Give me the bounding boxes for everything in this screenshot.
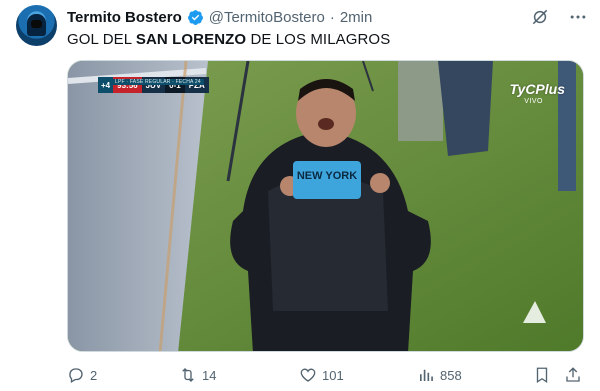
scorebug-header: LPF · FASE REGULAR · FECHA 24 bbox=[112, 79, 204, 85]
separator-dot: · bbox=[329, 8, 335, 26]
shirt-text: NEW YORK bbox=[297, 170, 357, 182]
heart-icon bbox=[300, 368, 316, 382]
tweet-header: Termito Bostero @TermitoBostero · 2min bbox=[67, 7, 372, 27]
tweet-text-highlight: SAN LORENZO bbox=[135, 31, 247, 48]
tweet-text: GOL DEL SAN LORENZO DE LOS MILAGROS bbox=[67, 31, 390, 48]
views-count: 858 bbox=[440, 367, 462, 383]
display-name[interactable]: Termito Bostero bbox=[67, 9, 182, 26]
bookmark-button[interactable] bbox=[533, 364, 551, 386]
more-options-icon[interactable] bbox=[568, 7, 588, 27]
avatar[interactable] bbox=[16, 5, 57, 46]
reply-count: 2 bbox=[90, 367, 98, 383]
avatar-face bbox=[31, 20, 42, 28]
tweet-actions: 2 14 101 858 bbox=[67, 364, 584, 386]
views-button[interactable]: 858 bbox=[417, 364, 462, 386]
timestamp[interactable]: 2min bbox=[340, 9, 373, 26]
broadcaster-logo: TyCPlus bbox=[509, 81, 566, 97]
broadcaster-live: VIVO bbox=[524, 98, 543, 105]
tweet-text-end: DE LOS MILAGROS bbox=[246, 31, 391, 48]
retweet-icon bbox=[182, 368, 194, 382]
reply-button[interactable]: 2 bbox=[67, 364, 97, 386]
tweet-text-start: GOL DEL bbox=[67, 31, 136, 48]
video-frame: NEW YORK bbox=[68, 61, 583, 351]
like-button[interactable]: 101 bbox=[299, 364, 344, 386]
views-bar-chart-icon bbox=[420, 369, 433, 381]
tweet[interactable]: Termito Bostero @TermitoBostero · 2min G… bbox=[0, 0, 600, 391]
share-icon bbox=[566, 367, 580, 382]
grok-icon[interactable] bbox=[530, 7, 550, 27]
scorebug-added-time: +4 bbox=[98, 77, 114, 93]
like-count: 101 bbox=[322, 367, 344, 383]
reply-icon bbox=[69, 368, 83, 383]
retweet-count: 14 bbox=[202, 367, 217, 383]
tweet-top-actions bbox=[530, 7, 588, 27]
retweet-button[interactable]: 14 bbox=[179, 364, 216, 386]
bookmark-icon bbox=[536, 367, 548, 384]
verified-badge-icon bbox=[187, 9, 203, 25]
share-button[interactable] bbox=[564, 364, 582, 386]
handle[interactable]: @TermitoBostero bbox=[209, 9, 325, 26]
tweet-media-video[interactable]: NEW YORK +4 93:56 JUV 0-1 PZA LPF · FASE… bbox=[67, 60, 584, 352]
